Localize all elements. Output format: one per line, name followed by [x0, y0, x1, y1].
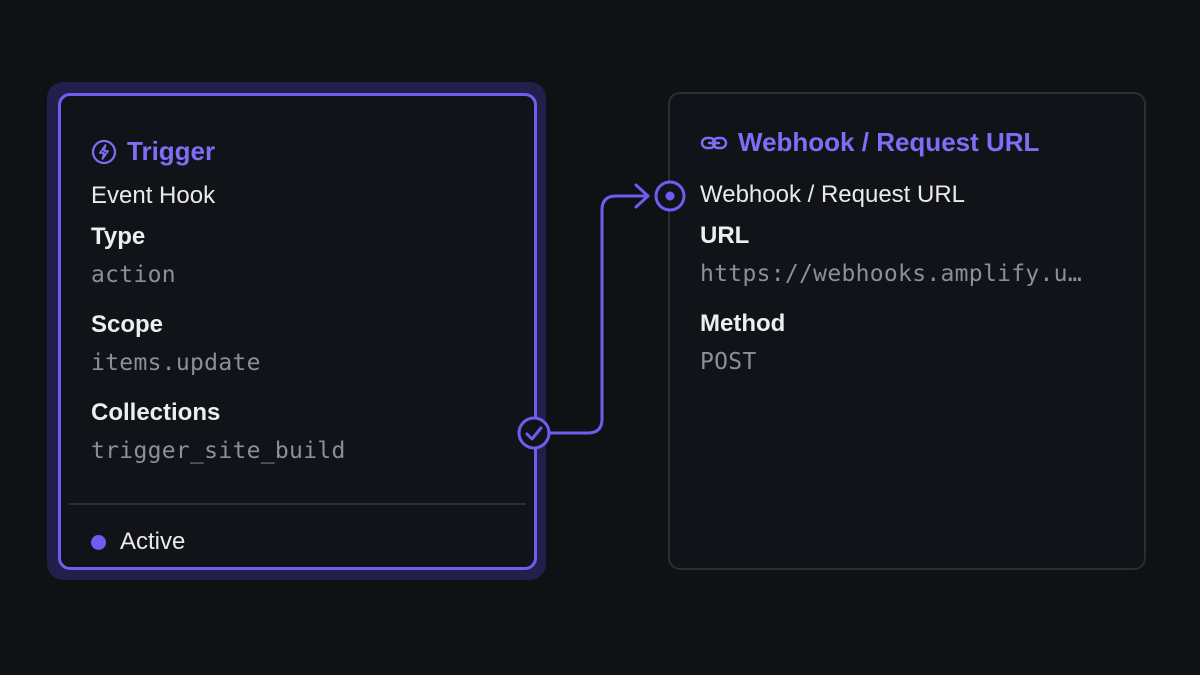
input-handle-icon[interactable]	[654, 180, 686, 212]
output-handle-check-icon[interactable]	[517, 416, 551, 450]
connection-line	[517, 180, 686, 450]
